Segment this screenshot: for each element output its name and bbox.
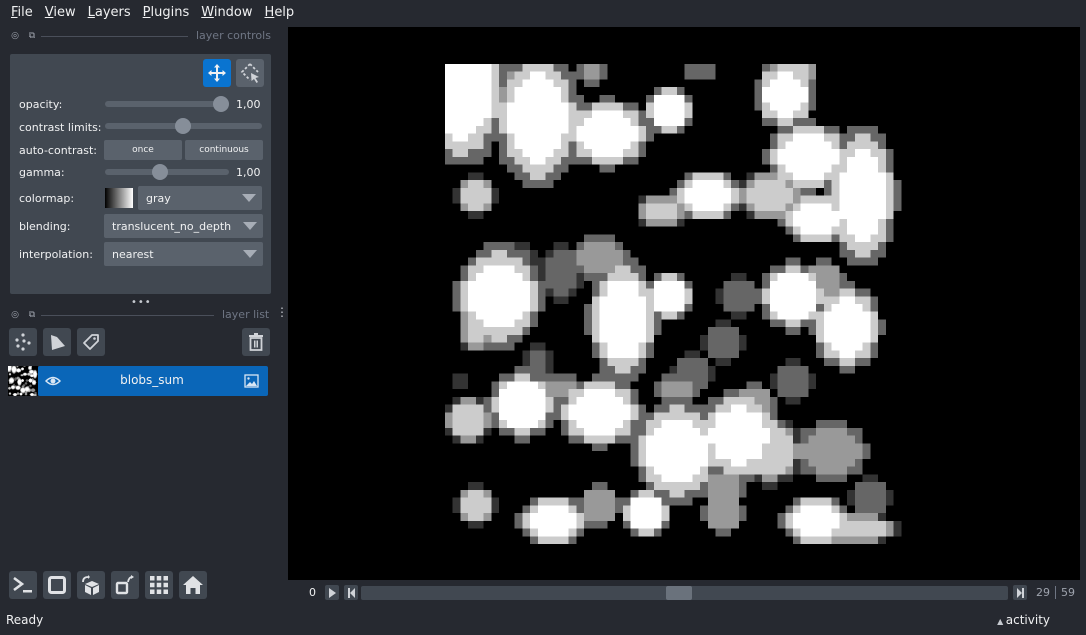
- contrast-limits-label: contrast limits:: [19, 121, 102, 134]
- menu-plugins[interactable]: Plugins: [138, 5, 195, 20]
- skip-back-icon: [347, 587, 355, 598]
- new-points-layer-button[interactable]: [9, 328, 37, 356]
- activity-label: activity: [1005, 613, 1050, 627]
- skip-forward-icon: [1016, 587, 1024, 598]
- chevron-down-icon: [242, 194, 256, 202]
- status-text: Ready: [6, 613, 44, 627]
- dims-current-value[interactable]: 29: [1036, 586, 1050, 599]
- dims-axis-index: 0: [309, 586, 316, 599]
- delete-layer-button[interactable]: [242, 328, 270, 356]
- menu-view[interactable]: View: [40, 5, 81, 20]
- play-button[interactable]: [325, 585, 339, 600]
- viewer-canvas[interactable]: [288, 27, 1080, 580]
- dock-title-divider: [41, 315, 214, 316]
- interpolation-value: nearest: [112, 247, 154, 261]
- menu-window[interactable]: Window: [196, 5, 257, 20]
- menu-layers[interactable]: Layers: [83, 5, 136, 20]
- console-button[interactable]: [9, 571, 37, 599]
- dims-max-value: 59: [1061, 586, 1075, 599]
- opacity-slider[interactable]: [105, 101, 225, 107]
- contrast-limits-handle[interactable]: [175, 118, 191, 134]
- image-layer-icon: [244, 374, 259, 388]
- home-icon: [183, 576, 203, 594]
- pan-zoom-button[interactable]: [203, 59, 231, 87]
- colormap-dropdown[interactable]: gray: [138, 186, 262, 210]
- layer-list-header: ◎ ⧉ layer list ⋮: [0, 306, 288, 324]
- step-last-button[interactable]: [1013, 585, 1027, 600]
- gamma-slider-handle[interactable]: [152, 164, 168, 180]
- layer-thumbnail[interactable]: [8, 366, 38, 396]
- transpose-dims-button[interactable]: [111, 571, 139, 599]
- shapes-icon: [51, 335, 65, 350]
- gamma-value: 1,00: [236, 166, 261, 179]
- opacity-slider-handle[interactable]: [213, 96, 229, 112]
- colormap-value: gray: [146, 191, 171, 205]
- toggle-ndisplay-button[interactable]: [43, 571, 71, 599]
- dims-slider-bar: 0 29 59: [288, 580, 1080, 604]
- trash-icon: [249, 333, 263, 351]
- hide-dock-icon[interactable]: ◎: [10, 31, 20, 41]
- rotate-cube-icon: [82, 575, 99, 595]
- chevron-down-icon: [243, 222, 257, 230]
- auto-contrast-once-button[interactable]: once: [104, 140, 182, 160]
- chevron-down-icon: [243, 250, 257, 258]
- roll-dims-button[interactable]: [77, 571, 105, 599]
- opacity-label: opacity:: [19, 98, 63, 111]
- interpolation-dropdown[interactable]: nearest: [104, 242, 263, 266]
- interpolation-label: interpolation:: [19, 248, 93, 261]
- layer-name: blobs_sum: [120, 373, 184, 387]
- float-dock-icon[interactable]: ⧉: [27, 31, 37, 41]
- dims-slider-handle[interactable]: [666, 586, 693, 600]
- menu-help[interactable]: Help: [260, 5, 300, 20]
- square-2d-icon: [48, 576, 66, 594]
- blending-value: translucent_no_depth: [112, 219, 232, 233]
- blending-dropdown[interactable]: translucent_no_depth: [104, 214, 263, 238]
- step-first-button[interactable]: [344, 585, 358, 600]
- play-icon: [328, 587, 336, 598]
- layer-controls-header: ◎ ⧉ layer controls: [0, 27, 288, 45]
- grid-icon: [150, 576, 168, 594]
- activity-toggle[interactable]: ▲ activity: [997, 613, 1050, 627]
- move-arrows-icon: [208, 64, 226, 82]
- layer-controls-panel: opacity: 1,00 contrast limits: auto-cont…: [10, 54, 271, 294]
- auto-contrast-continuous-button[interactable]: continuous: [185, 140, 263, 160]
- float-dock-icon[interactable]: ⧉: [27, 310, 37, 320]
- select-transform-icon: [240, 63, 259, 83]
- transpose-icon: [115, 575, 134, 595]
- blobs-image: [445, 64, 909, 544]
- colormap-label: colormap:: [19, 192, 75, 205]
- auto-contrast-label: auto-contrast:: [19, 144, 98, 157]
- more-options-icon[interactable]: ⋮: [276, 306, 288, 323]
- gamma-label: gamma:: [19, 166, 65, 179]
- menu-file[interactable]: File: [6, 5, 38, 20]
- reset-view-button[interactable]: [179, 571, 207, 599]
- dims-value-separator: [1055, 586, 1056, 599]
- layer-controls-title: layer controls: [196, 29, 271, 42]
- hide-dock-icon[interactable]: ◎: [10, 310, 20, 320]
- label-tag-icon: [83, 334, 99, 350]
- blending-label: blending:: [19, 220, 71, 233]
- points-icon: [15, 333, 31, 351]
- dock-title-divider: [41, 36, 188, 37]
- terminal-icon: [13, 576, 32, 593]
- opacity-value: 1,00: [236, 98, 261, 111]
- dims-slider-track[interactable]: [361, 586, 1008, 600]
- grid-view-button[interactable]: [145, 571, 173, 599]
- new-shapes-layer-button[interactable]: [43, 328, 71, 356]
- layer-item-blobs-sum[interactable]: blobs_sum: [38, 366, 268, 396]
- caret-up-icon: ▲: [997, 617, 1006, 626]
- menu-bar: File View Layers Plugins Window Help: [0, 0, 1086, 24]
- transform-button[interactable]: [236, 59, 264, 87]
- new-labels-layer-button[interactable]: [77, 328, 105, 356]
- layer-list-title: layer list: [222, 308, 270, 321]
- colormap-swatch: [105, 188, 133, 208]
